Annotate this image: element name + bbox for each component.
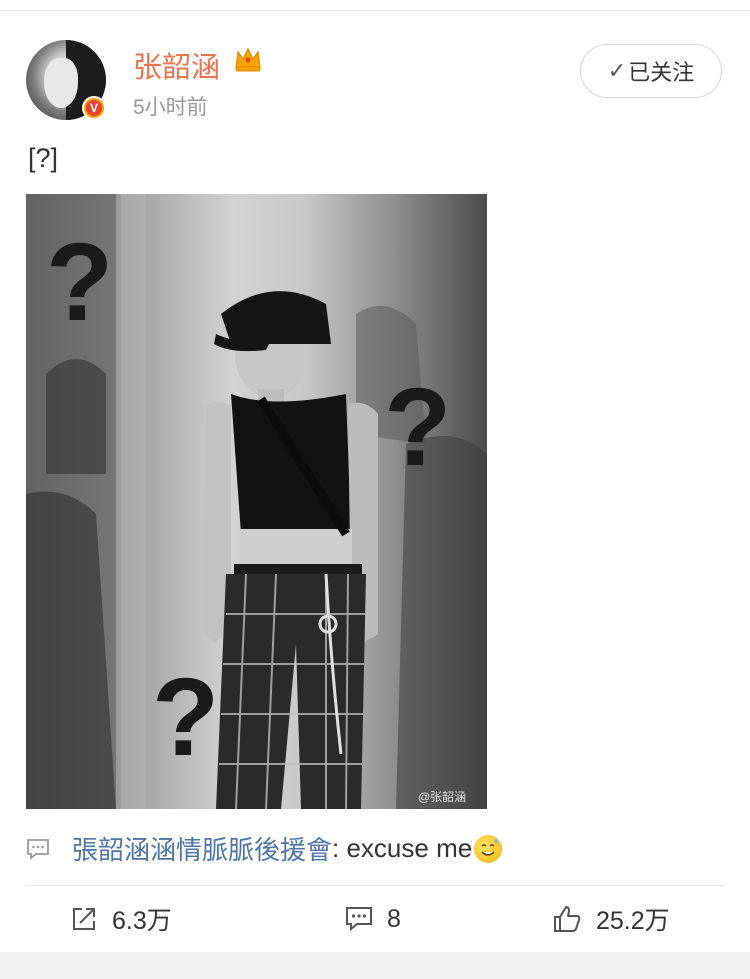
verified-badge-icon: V (82, 96, 106, 120)
thumbs-up-icon (554, 906, 581, 932)
comment-count: 8 (387, 904, 401, 933)
like-count: 25.2万 (596, 907, 670, 935)
share-icon (73, 908, 95, 930)
comment-icon (346, 907, 372, 932)
follow-button-label: 已关注 (628, 60, 695, 85)
post-timestamp: 5小时前 (133, 96, 208, 119)
share-button[interactable]: 6.3万 (70, 898, 172, 940)
repost-user-link[interactable]: 張韶涵涵情脈脈後援會 (72, 830, 332, 867)
repost-text: : excuse me (332, 833, 473, 863)
image-watermark: @张韶涵 (418, 790, 467, 804)
question-mark-3: ? (152, 656, 220, 779)
follow-button[interactable]: ✓ 已关注 (580, 44, 722, 98)
crown-icon (235, 47, 261, 72)
question-mark-2: ? (384, 366, 452, 489)
sweat-smile-emoji (474, 834, 503, 863)
bottom-separator (0, 952, 750, 979)
top-divider (0, 10, 750, 11)
avatar-face (44, 58, 78, 108)
action-divider (26, 885, 724, 886)
repost-comment[interactable]: 張韶涵涵情脈脈後援會 : excuse me (26, 830, 503, 867)
question-mark-1: ? (46, 221, 114, 344)
author-name[interactable]: 张韶涵 (133, 44, 220, 86)
like-button[interactable]: 25.2万 (552, 898, 670, 940)
comment-icon (27, 838, 49, 860)
post-text: [?] (28, 143, 59, 173)
check-icon: ✓ (607, 58, 627, 83)
post-image[interactable]: ? ? ? @张韶涵 (26, 194, 487, 809)
comment-button[interactable]: 8 (345, 898, 401, 940)
verified-badge-text: V (86, 100, 102, 116)
share-count: 6.3万 (112, 907, 172, 935)
